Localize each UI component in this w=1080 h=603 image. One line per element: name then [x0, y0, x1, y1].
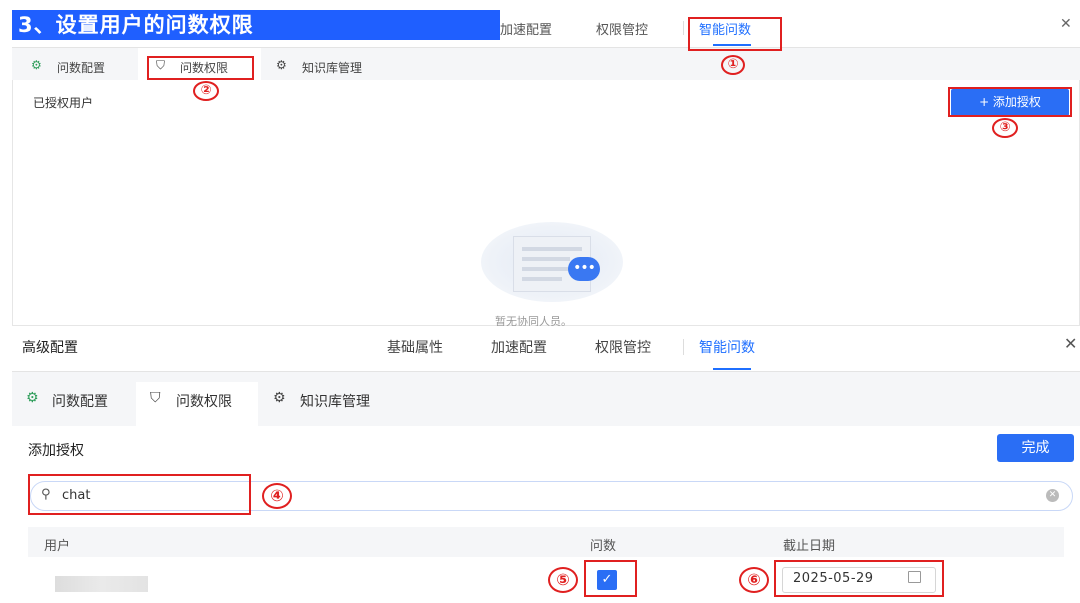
authorized-users-label: 已授权用户: [33, 96, 94, 110]
annotation-number-4: ④: [262, 483, 292, 509]
annotation-box-1: [688, 17, 782, 51]
gear-icon: ⚙: [276, 58, 287, 72]
bottom-tab-acceleration[interactable]: 加速配置: [491, 337, 547, 357]
bottom-tab-smart-ask[interactable]: 智能问数: [699, 337, 755, 357]
annotation-number-6: ⑥: [739, 567, 769, 593]
bottom-subtab-knowledge[interactable]: 知识库管理: [300, 391, 370, 411]
annotation-box-4: [28, 474, 251, 515]
annotation-number-5: ⑤: [548, 567, 578, 593]
done-button[interactable]: 完成: [997, 434, 1074, 462]
annotation-box-2: [147, 56, 254, 80]
chat-gear-icon: ⚙: [26, 390, 39, 406]
chat-bubble-icon: •••: [568, 257, 600, 281]
add-authorization-label: 添加授权: [28, 443, 84, 459]
top-subtab-knowledge[interactable]: 知识库管理: [302, 59, 362, 76]
clear-icon[interactable]: ✕: [1046, 489, 1059, 502]
bottom-tab-permission[interactable]: 权限管控: [595, 337, 651, 357]
close-icon[interactable]: ✕: [1064, 334, 1077, 353]
blurred-username: [55, 576, 148, 592]
top-subtab-ask-config[interactable]: 问数配置: [57, 59, 105, 76]
bottom-subtab-ask-permission[interactable]: 问数权限: [176, 391, 232, 411]
bottom-subtab-ask-config[interactable]: 问数配置: [52, 391, 108, 411]
chat-gear-icon: ⚙: [31, 58, 42, 72]
annotation-number-1: ①: [721, 55, 745, 75]
gear-icon: ⚙: [273, 390, 286, 406]
column-deadline: 截止日期: [783, 539, 836, 554]
table-header: [28, 527, 1064, 557]
bottom-tab-basic[interactable]: 基础属性: [387, 337, 443, 357]
column-ask: 问数: [590, 539, 617, 554]
annotation-number-2: ②: [193, 81, 219, 101]
active-tab-indicator: [713, 368, 751, 370]
shield-check-icon: ⛉: [150, 390, 161, 406]
top-tab-permission[interactable]: 权限管控: [596, 19, 648, 38]
tab-divider: [683, 21, 684, 35]
tab-divider: [683, 339, 684, 355]
annotation-box-3: [948, 87, 1072, 117]
annotation-box-5: [584, 560, 637, 597]
step-title: 3、设置用户的问数权限: [12, 10, 500, 40]
panel-title: 高级配置: [22, 340, 78, 356]
column-user: 用户: [44, 539, 71, 554]
top-tab-acceleration[interactable]: 加速配置: [500, 19, 552, 38]
close-icon[interactable]: ✕: [1060, 16, 1072, 32]
annotation-box-6: [774, 560, 944, 597]
annotation-number-3: ③: [992, 118, 1018, 138]
